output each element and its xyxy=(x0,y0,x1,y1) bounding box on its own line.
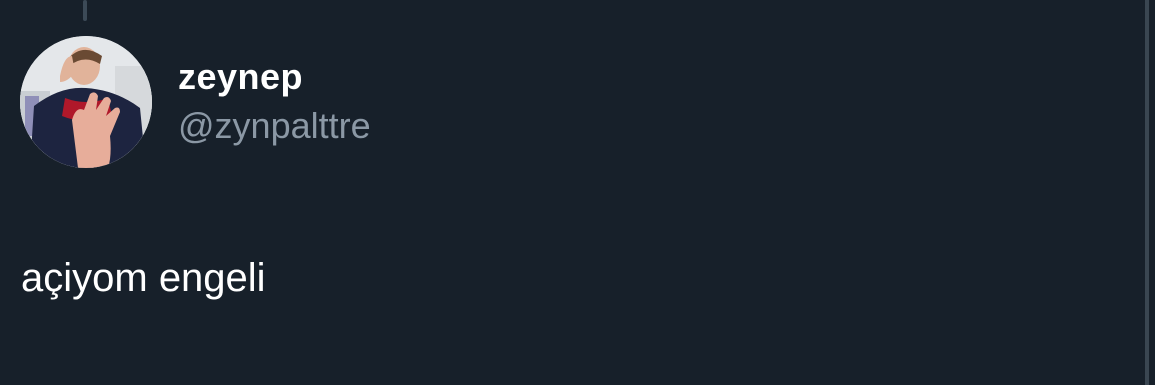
column-divider xyxy=(1145,0,1149,385)
tweet: zeynep @zynpalttre açiyom engeli xyxy=(0,0,1145,385)
tweet-header: zeynep @zynpalttre xyxy=(20,36,371,168)
author-display-name[interactable]: zeynep xyxy=(178,55,371,99)
author-handle[interactable]: @zynpalttre xyxy=(178,103,371,149)
avatar[interactable] xyxy=(20,36,152,168)
tweet-text: açiyom engeli xyxy=(21,256,266,300)
avatar-image xyxy=(20,36,152,168)
author-names: zeynep @zynpalttre xyxy=(178,55,371,149)
